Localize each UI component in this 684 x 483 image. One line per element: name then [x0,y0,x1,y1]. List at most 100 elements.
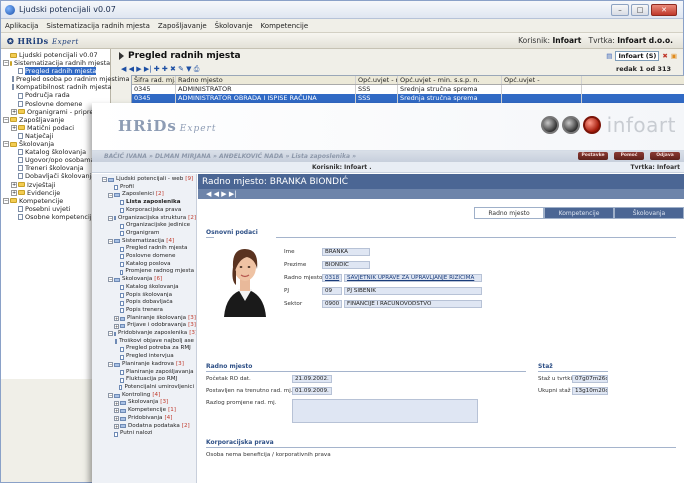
expand-toggle-icon[interactable]: − [108,393,113,399]
minimize-button[interactable]: – [611,4,629,16]
expand-toggle-icon[interactable]: − [3,197,9,204]
web-tree-item[interactable]: Korporacijska prava [102,207,196,215]
expand-toggle-icon[interactable]: − [108,215,113,221]
expand-toggle-icon[interactable]: − [3,60,9,67]
web-tree-item[interactable]: Katalog poslova [102,261,196,269]
web-tree-item[interactable]: Popis trenera [102,307,196,315]
company-select[interactable]: Infoart (S) [615,51,660,61]
web-tree-item[interactable]: Organizacijske jedinice [102,222,196,230]
tree-item[interactable]: Pregled radnih mjesta [3,67,110,76]
web-tree-item[interactable]: Organigram [102,230,196,238]
web-tree-item[interactable]: Pregled intervjua [102,353,196,361]
tree-item[interactable]: Kompatibilnost radnih mjesta [3,83,112,91]
expand-toggle-icon[interactable]: − [3,141,9,148]
expand-toggle-icon[interactable]: − [108,192,113,198]
web-tree-item[interactable]: Poslovne domene [102,253,196,261]
expand-toggle-icon[interactable]: + [114,408,119,414]
web-tree-item[interactable]: − Školovanja [6] [102,276,196,284]
web-tree-item[interactable]: Pregled potreba za RMJ [102,345,196,353]
nav-buttons[interactable]: ◀ ◀ ▶ ▶| ✚ ✚ ✖ ✎ ▼ ⎙ [121,65,199,74]
web-tree-item[interactable]: Troškovi objave najbolj ase [102,338,196,346]
tab-radno-mjesto[interactable]: Radno mjesto [474,207,544,219]
expand-toggle-icon[interactable]: + [114,323,119,329]
web-tree-item[interactable]: + Dodatna podataka [2] [102,423,196,431]
page-icon [18,100,23,107]
expand-toggle-icon[interactable]: + [11,181,17,188]
col-sifra[interactable]: Šifra rad. mj. [132,76,176,84]
expand-toggle-icon[interactable]: − [3,116,9,123]
col-uvjet[interactable]: Opć.uvjet - [502,76,582,84]
expand-toggle-icon[interactable]: + [11,189,17,196]
col-radno-mjesto[interactable]: Radno mjesto [176,76,356,84]
tree-item[interactable]: Ljudski potencijali v0.07 [3,51,110,59]
delete-icon[interactable]: ✖ [662,52,667,60]
help-button[interactable]: Pomoć [614,152,644,160]
expand-toggle-icon[interactable]: − [108,362,113,368]
expand-toggle-icon[interactable]: + [114,400,119,406]
web-tree-item[interactable]: − Organizacijska struktura [2] [102,215,196,223]
expand-toggle-icon[interactable]: + [114,416,119,422]
tab-kompetencije[interactable]: Kompetencije [544,207,614,219]
expand-toggle-icon[interactable]: + [11,124,17,131]
web-tree-item[interactable]: Putni nalozi [102,430,196,438]
web-tree-item[interactable]: Lista zaposlenika [102,199,196,207]
web-tree-item[interactable]: Popis školovanja [102,292,196,300]
col-uvjet-min[interactable]: Opć.uvjet - min. [356,76,398,84]
menu-skolovanje[interactable]: Školovanje [215,22,253,30]
web-tree-item[interactable]: + Planiranje školovanja [3] [102,315,196,323]
menu-aplikacija[interactable]: Aplikacija [5,22,38,30]
web-tree-item-label: Organigram [126,229,160,236]
field-rm-name[interactable]: SAVJETNIK UPRAVE ZA UPRAVLJANJE RIZICIMA [344,274,482,282]
web-tree-item[interactable]: Katalog školovanja [102,284,196,292]
tree-item[interactable]: Područja rada [3,91,110,99]
web-tree-item[interactable]: − Sistematizacija [4] [102,238,196,246]
web-tree-item[interactable]: Profil [102,184,196,192]
menu-kompetencije[interactable]: Kompetencije [261,22,309,30]
expand-toggle-icon[interactable]: − [108,238,113,244]
web-tree-item[interactable]: − Ljudski potencijali - web [9] [102,176,196,184]
maximize-button[interactable]: □ [631,4,649,16]
expand-toggle-icon[interactable]: − [108,331,113,337]
nav-buttons[interactable]: ◀ ◀ ▶ ▶| [206,190,237,198]
tab-skolovanja[interactable]: Školovanja [614,207,684,219]
settings-button[interactable]: Postavke [578,152,608,160]
web-tree-item[interactable]: + Kompetencije [1] [102,407,196,415]
panel-header: Pregled radnih mjesta ▤ Infoart (S) ✖ ▣ [113,49,684,63]
web-tree-item-label: Školovanja [128,399,159,406]
web-tree-item[interactable]: − Zaposlenici [2] [102,191,196,199]
web-tree-item[interactable]: Popis dobavljača [102,299,196,307]
expand-toggle-icon[interactable]: + [11,108,17,115]
web-tree-item[interactable]: − Kontroling [4] [102,392,196,400]
web-tree-item[interactable]: + Školovanja [3] [102,399,196,407]
table-row[interactable]: 0345 ADMINISTRATOR OBRADA I ISPISE RAČUN… [132,94,684,103]
web-tree-item[interactable]: Fluktuacija po RMJ [102,376,196,384]
web-tree-item[interactable]: Pregled radnih mjesta [102,245,196,253]
col-uvjet-ssp[interactable]: Opć.uvjet - min. s.s.p. n. [398,76,502,84]
web-tree-item[interactable]: Promjene radnog mjesta [102,268,196,276]
close-button[interactable]: ✕ [651,4,677,16]
expand-toggle-icon[interactable]: − [108,277,113,283]
web-tree-item[interactable]: Potencijalni umirovljenici [102,384,196,392]
expand-toggle-icon[interactable]: + [114,423,119,429]
web-tree-item[interactable]: + Prijave i odobravanja [3] [102,322,196,330]
table-row[interactable]: 0345 ADMINISTRATOR SSS Srednja stručna s… [132,85,684,94]
web-tree-item[interactable]: −Pridobivanje zaposlenika[3] [102,330,196,338]
menu-sistematizacija[interactable]: Sistematizacija radnih mjesta [46,22,150,30]
expand-toggle-icon[interactable]: − [102,177,107,183]
breadcrumb-text[interactable]: BAČIĆ IVANA » DLMAN MIRJANA » ANĐELKOVIĆ… [104,153,356,160]
panel-title: Pregled radnih mjesta [128,51,241,61]
field-razlog[interactable] [292,399,478,423]
export-icon[interactable]: ▣ [671,52,677,60]
tree-item[interactable]: − Sistematizacija radnih mjesta [3,59,110,67]
field-pocetak: 21.09.2002. [292,375,332,383]
web-tree-item[interactable]: Planiranje zapošljavanja [102,369,196,377]
web-tree-item[interactable]: − Planiranje kadrova [3] [102,361,196,369]
web-tree-item[interactable]: + Pridobivanja [4] [102,415,196,423]
tree-item[interactable]: Pregled osoba po radnim mjestima [3,75,129,83]
logout-button[interactable]: Odjava [650,152,680,160]
field-rm-code[interactable]: 0318 [322,274,342,282]
expand-toggle-icon[interactable]: + [114,316,119,321]
menu-zaposljavanje[interactable]: Zapošljavanje [158,22,207,30]
